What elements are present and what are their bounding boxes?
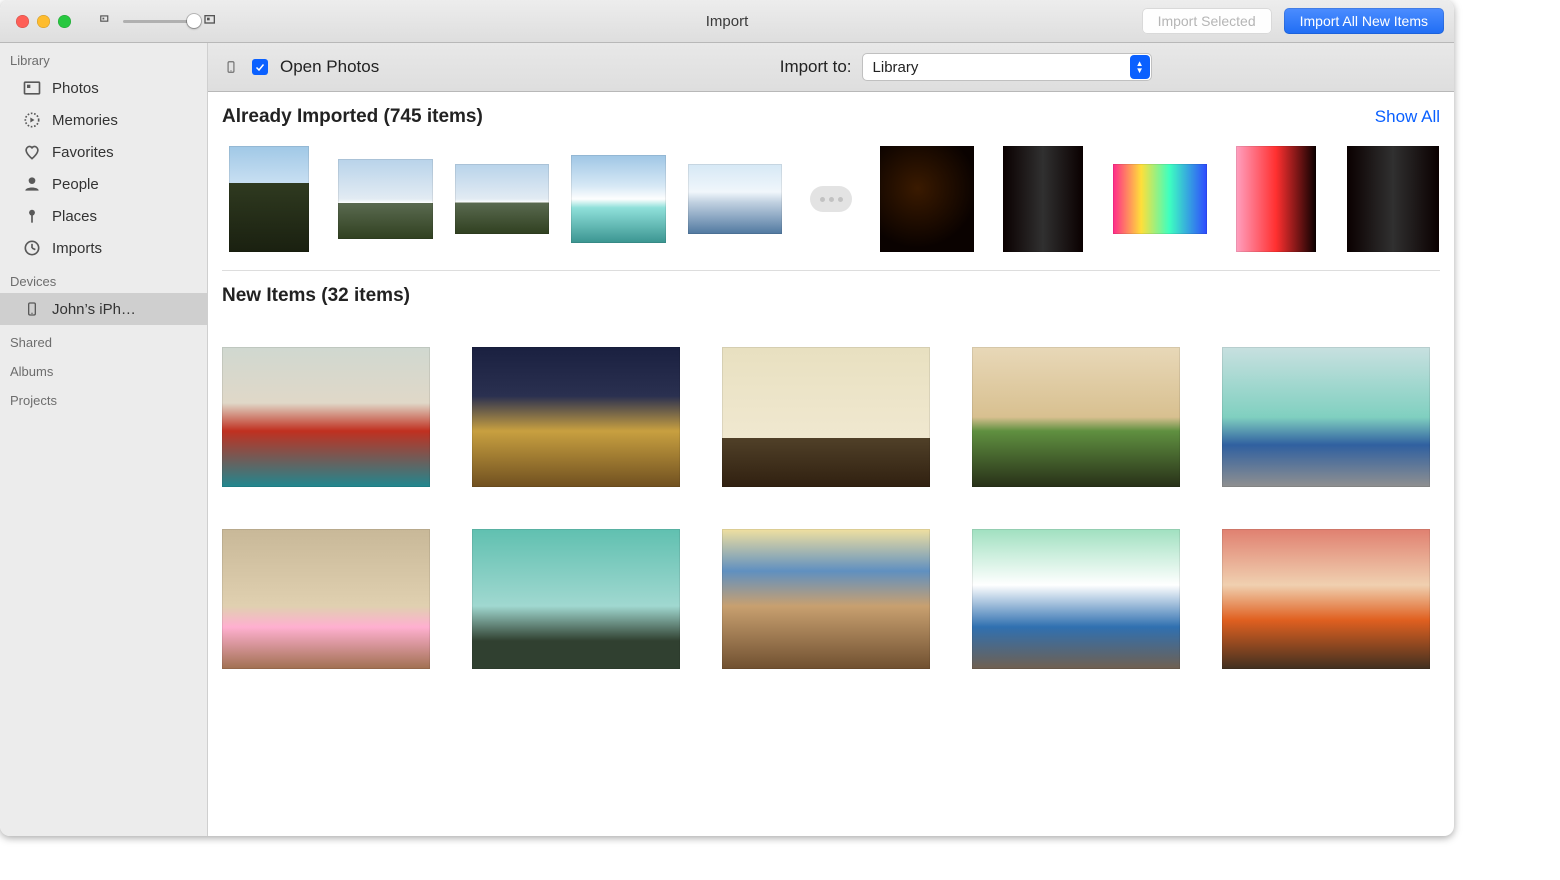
sidebar-header-library: Library xyxy=(0,43,207,72)
thumbnail[interactable] xyxy=(472,529,680,669)
sidebar-item-photos[interactable]: Photos xyxy=(0,72,207,104)
thumbnail[interactable] xyxy=(1222,529,1430,669)
sidebar-item-device[interactable]: John’s iPh… xyxy=(0,293,207,325)
thumbnail[interactable] xyxy=(722,529,930,669)
thumbnail[interactable] xyxy=(1229,146,1323,252)
sidebar-item-people[interactable]: People xyxy=(0,168,207,200)
zoom-out-icon xyxy=(99,13,115,29)
select-stepper-icon: ▲▼ xyxy=(1130,55,1150,79)
close-window-button[interactable] xyxy=(16,15,29,28)
thumbnail[interactable] xyxy=(455,146,549,252)
window-controls xyxy=(16,15,71,28)
import-scroll-area[interactable]: Already Imported (745 items) Show All xyxy=(208,92,1454,836)
thumbnail[interactable] xyxy=(472,347,680,487)
sidebar: Library Photos Memories Favorites People… xyxy=(0,43,208,836)
new-items-grid xyxy=(222,347,1440,669)
new-items-title: New Items (32 items) xyxy=(222,285,410,307)
thumbnail[interactable] xyxy=(1346,146,1440,252)
thumbnail[interactable] xyxy=(722,347,930,487)
import-selected-button[interactable]: Import Selected xyxy=(1142,8,1272,34)
sidebar-header-shared[interactable]: Shared xyxy=(0,325,207,354)
sidebar-item-label: Photos xyxy=(52,80,99,97)
thumbnail[interactable] xyxy=(222,529,430,669)
open-photos-checkbox[interactable] xyxy=(252,59,268,75)
thumbnail[interactable] xyxy=(222,347,430,487)
show-all-link[interactable]: Show All xyxy=(1375,107,1440,127)
sidebar-header-albums[interactable]: Albums xyxy=(0,354,207,383)
thumbnail[interactable] xyxy=(571,146,665,252)
sidebar-header-devices: Devices xyxy=(0,264,207,293)
sidebar-item-label: Imports xyxy=(52,240,102,257)
thumbnail[interactable] xyxy=(688,146,782,252)
sidebar-item-label: Places xyxy=(52,208,97,225)
window-title: Import xyxy=(706,13,749,30)
sidebar-item-label: Favorites xyxy=(52,144,114,161)
sidebar-item-favorites[interactable]: Favorites xyxy=(0,136,207,168)
photos-icon xyxy=(22,78,42,98)
favorites-icon xyxy=(22,142,42,162)
imports-icon xyxy=(22,238,42,258)
import-all-button[interactable]: Import All New Items xyxy=(1284,8,1444,34)
import-subheader: Open Photos Import to: Library ▲▼ xyxy=(208,43,1454,92)
import-to-select[interactable]: Library ▲▼ xyxy=(862,53,1152,81)
thumbnail-zoom-slider[interactable] xyxy=(99,13,219,29)
sidebar-item-label: John’s iPh… xyxy=(52,301,136,318)
import-to-label: Import to: xyxy=(780,57,852,77)
already-imported-title: Already Imported (745 items) xyxy=(222,106,483,128)
people-icon xyxy=(22,174,42,194)
sidebar-item-label: Memories xyxy=(52,112,118,129)
app-window: Import Import Selected Import All New It… xyxy=(0,0,1454,836)
sidebar-header-projects[interactable]: Projects xyxy=(0,383,207,412)
import-to-value: Library xyxy=(873,59,919,76)
titlebar: Import Import Selected Import All New It… xyxy=(0,0,1454,43)
thumbnail[interactable] xyxy=(222,146,316,252)
thumbnail[interactable] xyxy=(972,529,1180,669)
thumbnail[interactable] xyxy=(1222,347,1430,487)
fullscreen-window-button[interactable] xyxy=(58,15,71,28)
memories-icon xyxy=(22,110,42,130)
places-icon xyxy=(22,206,42,226)
thumbnail[interactable] xyxy=(996,146,1090,252)
zoom-slider-thumb[interactable] xyxy=(187,14,201,28)
sidebar-item-imports[interactable]: Imports xyxy=(0,232,207,264)
device-phone-icon xyxy=(22,299,42,319)
zoom-slider-track[interactable] xyxy=(123,20,195,23)
zoom-in-icon xyxy=(203,13,219,29)
sidebar-item-label: People xyxy=(52,176,99,193)
thumbnail[interactable] xyxy=(880,146,974,252)
thumbnail[interactable] xyxy=(1113,146,1207,252)
content-pane: Open Photos Import to: Library ▲▼ Alread… xyxy=(208,43,1454,836)
more-thumbnails-button[interactable] xyxy=(810,186,852,212)
thumbnail[interactable] xyxy=(338,146,432,252)
open-photos-label: Open Photos xyxy=(280,57,379,77)
minimize-window-button[interactable] xyxy=(37,15,50,28)
thumbnail[interactable] xyxy=(972,347,1180,487)
sidebar-item-memories[interactable]: Memories xyxy=(0,104,207,136)
device-phone-icon xyxy=(222,56,240,78)
sidebar-item-places[interactable]: Places xyxy=(0,200,207,232)
already-imported-strip xyxy=(222,146,1440,271)
